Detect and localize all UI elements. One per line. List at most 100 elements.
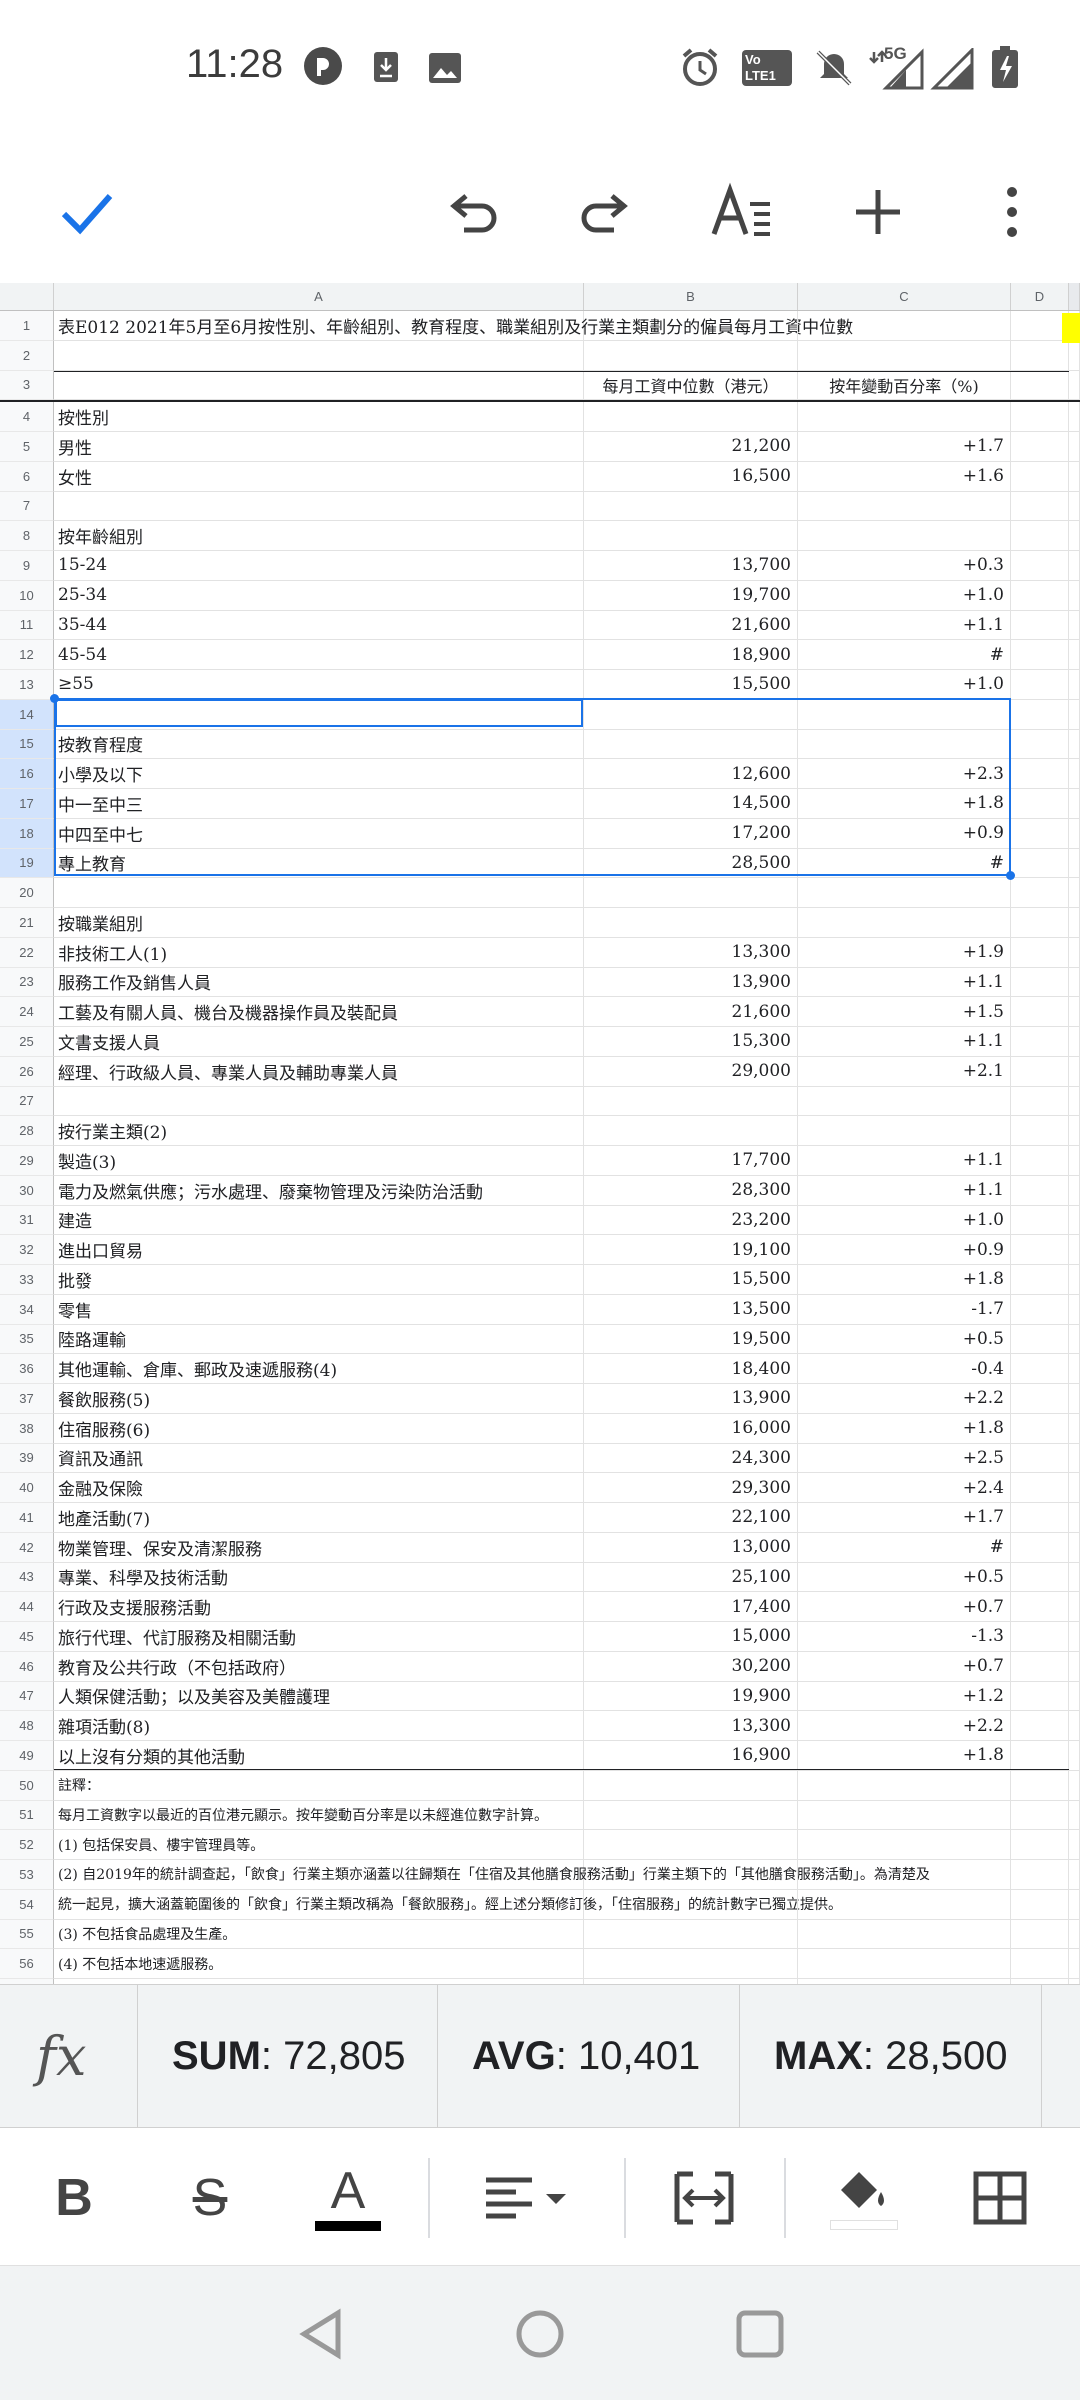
cell-b[interactable]: 29,000	[584, 1056, 798, 1087]
cell-a[interactable]: 中四至中七	[54, 818, 584, 849]
cell-e[interactable]	[1069, 729, 1080, 760]
row-number[interactable]: 38	[0, 1413, 54, 1444]
cell-e[interactable]	[1069, 1413, 1080, 1444]
cell-e[interactable]	[1069, 1116, 1080, 1146]
max-stat[interactable]: MAX: 28,500	[740, 1985, 1042, 2127]
row-number[interactable]: 9	[0, 551, 54, 581]
home-button[interactable]	[508, 2302, 572, 2366]
row-number[interactable]: 13	[0, 670, 54, 700]
cell-b[interactable]	[584, 699, 798, 730]
cell-c[interactable]: #	[798, 848, 1011, 879]
cell-e[interactable]	[1069, 1265, 1080, 1295]
cell-e[interactable]	[1069, 848, 1080, 879]
cell-d[interactable]	[1011, 580, 1069, 611]
cell-e[interactable]	[1069, 1711, 1080, 1741]
cell-d[interactable]	[1011, 967, 1069, 998]
cell-e[interactable]	[1069, 1294, 1080, 1325]
cell-c[interactable]: +1.7	[798, 1503, 1011, 1533]
cell-c[interactable]: +2.5	[798, 1443, 1011, 1474]
row-number[interactable]: 25	[0, 1027, 54, 1057]
cell-c[interactable]: +1.7	[798, 432, 1011, 462]
cell-a[interactable]: 電力及燃氣供應；污水處理、廢棄物管理及污染防治活動	[54, 1175, 584, 1206]
cell-a[interactable]: 住宿服務(6)	[54, 1413, 584, 1444]
cell-c[interactable]	[798, 878, 1011, 908]
cell-a[interactable]: (2) 自2019年的統計調查起，「飲食」行業主類亦涵蓋以往歸類在「住宿及其他膳…	[54, 1860, 930, 1890]
row-number[interactable]: 46	[0, 1651, 54, 1682]
cell-e[interactable]	[1069, 1889, 1080, 1920]
text-format-button[interactable]	[706, 176, 778, 248]
cell-a[interactable]: 註釋：	[54, 1770, 584, 1801]
cell-e[interactable]	[1069, 551, 1080, 581]
row-number[interactable]: 49	[0, 1741, 54, 1771]
cell-a[interactable]: 專上教育	[54, 848, 584, 879]
row-number[interactable]: 44	[0, 1592, 54, 1622]
cell-e[interactable]	[1069, 1770, 1080, 1801]
cell-a[interactable]: 以上沒有分類的其他活動	[54, 1741, 584, 1771]
cell-b[interactable]: 21,200	[584, 432, 798, 462]
cell-d[interactable]	[1011, 551, 1069, 581]
select-all-corner[interactable]	[0, 283, 54, 310]
cell-a[interactable]: ≥55	[54, 670, 584, 700]
cell-b[interactable]: 22,100	[584, 1503, 798, 1533]
cell-d[interactable]	[1011, 1413, 1069, 1444]
cell-c[interactable]: +0.5	[798, 1562, 1011, 1593]
cell-b[interactable]: 13,000	[584, 1532, 798, 1563]
cell-d[interactable]	[1011, 1860, 1069, 1890]
cell-c[interactable]: +2.1	[798, 1056, 1011, 1087]
row-number[interactable]: 50	[0, 1770, 54, 1801]
cell-b[interactable]: 14,500	[584, 789, 798, 819]
cell-a[interactable]: (1) 包括保安員、樓宇管理員等。	[54, 1830, 584, 1860]
redo-button[interactable]	[570, 176, 642, 248]
cell-c[interactable]	[798, 402, 1011, 432]
cell-b[interactable]: 19,500	[584, 1324, 798, 1355]
cell-a[interactable]: 金融及保險	[54, 1473, 584, 1503]
cell-a[interactable]: 中一至中三	[54, 789, 584, 819]
cell-b[interactable]	[584, 878, 798, 908]
cell-a[interactable]	[54, 491, 584, 522]
cell-a[interactable]: 35-44	[54, 610, 584, 641]
cell-a[interactable]: 工藝及有關人員、機台及機器操作員及裝配員	[54, 997, 584, 1027]
cell-c[interactable]: +1.1	[798, 1175, 1011, 1206]
cell-b[interactable]	[584, 1770, 798, 1801]
cell-b[interactable]	[584, 521, 798, 551]
cell-d[interactable]	[1011, 311, 1069, 341]
cell-c[interactable]: +1.2	[798, 1681, 1011, 1712]
cell-d[interactable]	[1011, 1503, 1069, 1533]
cell-c[interactable]: +1.1	[798, 1027, 1011, 1057]
cell-d[interactable]	[1011, 1056, 1069, 1087]
text-color-button[interactable]: A	[310, 2160, 386, 2236]
cell-d[interactable]	[1011, 432, 1069, 462]
cell-e[interactable]	[1069, 997, 1080, 1027]
cell-a[interactable]: 小學及以下	[54, 759, 584, 789]
cell-b[interactable]	[584, 402, 798, 432]
cell-d[interactable]	[1011, 1205, 1069, 1236]
cell-c[interactable]	[798, 1889, 1011, 1920]
cell-d[interactable]	[1011, 848, 1069, 879]
cell-c[interactable]	[798, 1830, 1011, 1860]
cell-c[interactable]	[798, 1800, 1011, 1831]
cell-b[interactable]: 17,700	[584, 1146, 798, 1176]
undo-button[interactable]	[436, 176, 508, 248]
cell-e[interactable]	[1069, 1235, 1080, 1265]
cell-d[interactable]	[1011, 1294, 1069, 1325]
cell-d[interactable]	[1011, 1830, 1069, 1860]
cell-e[interactable]	[1069, 670, 1080, 700]
cell-a[interactable]: 專業、科學及技術活動	[54, 1562, 584, 1593]
cell-d[interactable]	[1011, 818, 1069, 849]
cell-a[interactable]: 服務工作及銷售人員	[54, 967, 584, 998]
cell-d[interactable]	[1011, 1384, 1069, 1414]
cell-b[interactable]	[584, 1800, 798, 1831]
row-number[interactable]: 16	[0, 759, 54, 789]
strikethrough-button[interactable]: S	[172, 2160, 248, 2236]
cell-a[interactable]: 資訊及通訊	[54, 1443, 584, 1474]
cell-d[interactable]	[1011, 1651, 1069, 1682]
row-number[interactable]: 36	[0, 1354, 54, 1384]
row-number[interactable]: 10	[0, 580, 54, 611]
cell-e[interactable]	[1069, 610, 1080, 641]
cell-c[interactable]	[798, 699, 1011, 730]
cell-b[interactable]: 16,500	[584, 461, 798, 492]
cell-b[interactable]: 29,300	[584, 1473, 798, 1503]
cell-e[interactable]	[1069, 1473, 1080, 1503]
row-number[interactable]: 19	[0, 848, 54, 879]
row-number[interactable]: 35	[0, 1324, 54, 1355]
